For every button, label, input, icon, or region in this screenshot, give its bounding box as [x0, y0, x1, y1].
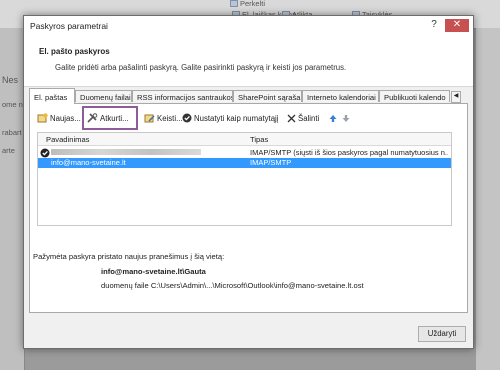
tab-email[interactable]: El. paštas: [29, 88, 75, 104]
account-settings-dialog: Paskyros parametrai ? ✕ El. pašto paskyr…: [23, 15, 474, 349]
delivery-folder: info@mano-svetaine.lt\Gauta: [101, 267, 206, 276]
help-icon: ?: [431, 19, 437, 30]
move-icon: [230, 0, 238, 7]
tab-scroll-left-icon[interactable]: ◀: [451, 91, 461, 103]
tab-rss[interactable]: RSS informacijos santraukos: [132, 90, 233, 102]
remove-button[interactable]: Šalinti: [287, 112, 319, 126]
move-down-button[interactable]: [342, 112, 352, 126]
column-type[interactable]: Tipas: [250, 135, 268, 144]
list-header: Pavadinimas Tipas: [38, 133, 451, 146]
delivery-file-path: duomenų faile C:\Users\Admin\...\Microso…: [101, 281, 364, 290]
help-button[interactable]: ?: [425, 19, 443, 32]
account-name: [51, 148, 241, 158]
tab-sharepoint[interactable]: SharePoint sąrašai: [233, 90, 302, 102]
pane-fragment: ome n: [2, 100, 23, 109]
title-close-button[interactable]: ✕: [445, 19, 469, 32]
right-pane: [476, 28, 500, 370]
dialog-header: El. pašto paskyros Galite pridėti arba p…: [24, 36, 473, 87]
remove-x-icon: [287, 114, 296, 123]
new-button[interactable]: Naujas...: [37, 112, 81, 126]
left-pane: Nes ome n rabart arte: [0, 28, 25, 370]
repair-button[interactable]: Atkurti...: [87, 112, 129, 126]
dialog-title: Paskyros parametrai: [30, 21, 108, 31]
account-type: IMAP/SMTP (siųsti iš šios paskyros pagal…: [250, 148, 448, 157]
column-name[interactable]: Pavadinimas: [46, 135, 89, 144]
header-subtitle: Galite pridėti arba pašalinti paskyrą. G…: [55, 63, 347, 72]
default-check-icon: [182, 113, 192, 123]
account-row[interactable]: IMAP/SMTP (siųsti iš šios paskyros pagal…: [38, 148, 451, 158]
pane-fragment: arte: [2, 146, 15, 155]
pane-fragment: Nes: [2, 75, 19, 85]
account-row-selected[interactable]: info@mano-svetaine.lt IMAP/SMTP: [38, 158, 451, 168]
dialog-titlebar: Paskyros parametrai ? ✕: [24, 16, 473, 37]
change-account-icon: [144, 114, 155, 123]
new-account-icon: [37, 113, 48, 123]
tab-published-calendars[interactable]: Publikuoti kalendo: [379, 90, 450, 102]
tab-scroll: ◀▶: [451, 90, 469, 116]
tab-strip: El. paštas Duomenų failai RSS informacij…: [29, 88, 469, 116]
arrow-down-icon: [342, 115, 350, 122]
change-button[interactable]: Keisti...: [144, 112, 183, 126]
tab-data-files[interactable]: Duomenų failai: [75, 90, 132, 102]
ribbon-move[interactable]: Perkelti: [230, 0, 265, 8]
repair-icon: [87, 113, 98, 123]
arrow-up-icon: [329, 115, 337, 122]
account-type: IMAP/SMTP: [250, 158, 292, 167]
header-title: El. pašto paskyros: [39, 47, 110, 56]
close-icon: ✕: [452, 19, 462, 30]
move-up-button[interactable]: [329, 112, 339, 126]
set-default-button[interactable]: Nustatyti kaip numatytąjį: [182, 112, 279, 126]
tab-internet-calendars[interactable]: Interneto kalendoriai: [302, 90, 379, 102]
close-button[interactable]: Uždaryti: [418, 326, 466, 342]
delivery-label: Pažymėta paskyra pristato naujus praneši…: [33, 252, 225, 261]
account-name: info@mano-svetaine.lt: [51, 158, 126, 167]
accounts-list: Pavadinimas Tipas IMAP/SMTP (siųsti iš š…: [37, 132, 452, 226]
pane-fragment: rabart: [2, 128, 22, 137]
blurred-account-name: [51, 149, 201, 155]
